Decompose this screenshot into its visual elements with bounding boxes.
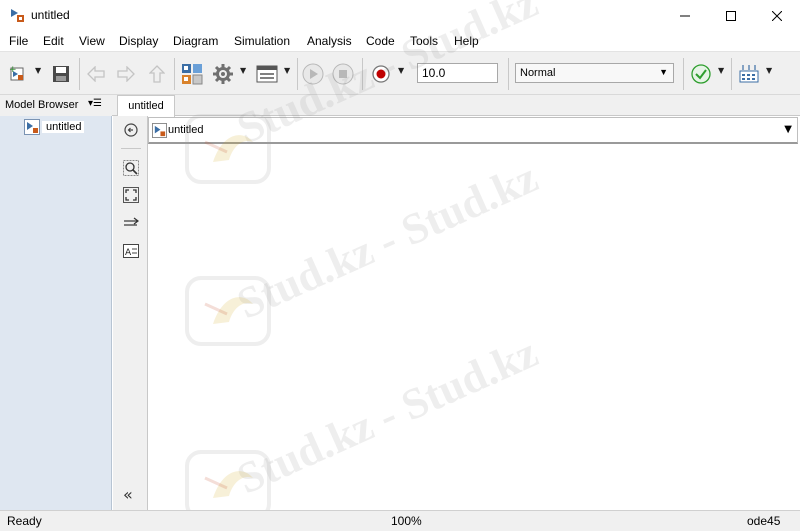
menu-edit[interactable]: Edit [43, 34, 64, 48]
library-browser-button[interactable] [179, 62, 205, 86]
maximize-button[interactable] [708, 0, 754, 31]
up-icon [149, 65, 165, 83]
zoom-icon [123, 160, 139, 176]
annotation-button[interactable]: A [122, 242, 140, 260]
simulink-model-icon [24, 119, 40, 135]
menu-view[interactable]: View [79, 34, 105, 48]
build-button[interactable] [736, 62, 762, 86]
build-icon [739, 65, 759, 83]
forward-button[interactable] [114, 62, 138, 86]
simulink-model-icon [152, 123, 167, 138]
close-button[interactable] [754, 0, 800, 31]
build-dropdown-icon[interactable]: ▼ [766, 66, 772, 75]
arrow-right-icon [124, 217, 139, 226]
svg-text:A: A [125, 248, 132, 258]
menu-display[interactable]: Display [119, 34, 158, 48]
model-browser-header: Model Browser ▾☰ [0, 95, 112, 116]
toolbar-separator [297, 58, 298, 90]
back-icon [87, 66, 105, 82]
stop-time-input[interactable]: 10.0 [417, 63, 498, 83]
record-button[interactable] [369, 62, 393, 86]
window-title: untitled [31, 8, 70, 22]
new-model-icon: + [9, 65, 24, 81]
up-button[interactable] [145, 62, 169, 86]
fit-to-view-button[interactable] [122, 186, 140, 204]
palette: A « [113, 116, 148, 510]
fit-to-view-icon [123, 187, 139, 203]
status-bar: Ready 100% ode45 [0, 510, 800, 531]
model-settings-gear-icon [213, 64, 233, 84]
model-explorer-button[interactable] [254, 62, 280, 86]
zoom-button[interactable] [122, 159, 140, 177]
toolbar-separator [362, 58, 363, 90]
toolbar: + ▼ ▼ ▼ ▼ ▼ ▼ [0, 51, 800, 95]
menu-code[interactable]: Code [366, 34, 395, 48]
menu-simulation[interactable]: Simulation [234, 34, 290, 48]
model-browser-tree: untitled [0, 116, 112, 510]
navigate-back-icon [124, 123, 138, 137]
model-canvas[interactable] [148, 145, 798, 510]
zoom-level: 100% [391, 514, 422, 528]
svg-text:+: + [9, 65, 17, 75]
hide-show-explorer-button[interactable] [122, 121, 140, 139]
chevron-down-icon: ▼ [659, 67, 668, 77]
model-advisor-button[interactable] [689, 62, 713, 86]
annotation-icon: A [123, 244, 139, 258]
save-icon [53, 66, 69, 82]
collapse-palette-icon[interactable]: « [123, 485, 133, 504]
model-browser-menu-icon[interactable]: ▾☰ [88, 98, 102, 109]
save-button[interactable] [49, 62, 73, 86]
menu-file[interactable]: File [9, 34, 28, 48]
run-icon [302, 63, 324, 85]
tree-item-untitled[interactable]: untitled [24, 119, 85, 135]
address-bar[interactable]: untitled ▼ [148, 117, 798, 144]
status-text: Ready [7, 514, 42, 528]
simulation-mode-value: Normal [520, 67, 556, 79]
model-settings-button[interactable] [210, 62, 236, 86]
menu-help[interactable]: Help [454, 34, 479, 48]
check-icon [691, 64, 711, 84]
title-bar: untitled [0, 0, 800, 31]
toolbar-separator [79, 58, 80, 90]
explorer-dropdown-icon[interactable]: ▼ [284, 66, 290, 75]
settings-dropdown-icon[interactable]: ▼ [240, 66, 246, 75]
model-browser-label: Model Browser [5, 99, 79, 111]
menu-tools[interactable]: Tools [410, 34, 438, 48]
toolbar-separator [731, 58, 732, 90]
new-model-button[interactable]: + [6, 62, 30, 86]
stop-icon [332, 63, 354, 85]
back-button[interactable] [84, 62, 108, 86]
minimize-button[interactable] [662, 0, 708, 31]
model-explorer-icon [256, 65, 278, 83]
toolbar-separator [508, 58, 509, 90]
new-model-dropdown-icon[interactable]: ▼ [35, 66, 41, 75]
simulation-mode-select[interactable]: Normal ▼ [515, 63, 674, 83]
menu-analysis[interactable]: Analysis [307, 34, 352, 48]
simulink-model-icon [11, 9, 24, 22]
advisor-dropdown-icon[interactable]: ▼ [718, 66, 724, 75]
arrow-button[interactable] [122, 214, 140, 232]
stop-button[interactable] [331, 62, 355, 86]
solver-name[interactable]: ode45 [747, 514, 780, 528]
library-browser-icon [182, 64, 203, 85]
palette-separator [121, 148, 141, 149]
toolbar-separator [174, 58, 175, 90]
forward-icon [117, 66, 135, 82]
run-button[interactable] [301, 62, 325, 86]
menu-diagram[interactable]: Diagram [173, 34, 218, 48]
menu-bar: File Edit View Display Diagram Simulatio… [0, 31, 800, 51]
tab-strip [112, 95, 800, 116]
address-path: untitled [168, 124, 204, 136]
record-dropdown-icon[interactable]: ▼ [398, 66, 404, 75]
tab-untitled[interactable]: untitled [117, 95, 175, 117]
record-icon [372, 65, 390, 83]
toolbar-separator [683, 58, 684, 90]
tree-item-label: untitled [42, 121, 85, 133]
chevron-down-icon[interactable]: ▼ [784, 124, 792, 135]
